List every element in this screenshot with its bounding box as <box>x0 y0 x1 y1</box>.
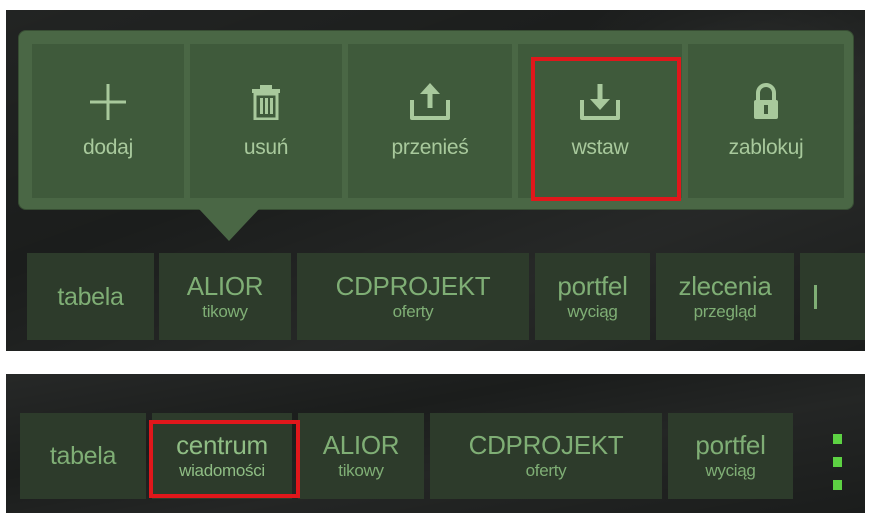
paste-button[interactable]: wstaw <box>518 44 682 198</box>
add-button[interactable]: dodaj <box>32 44 184 198</box>
tab-label: CDPROJEKT <box>335 270 491 301</box>
action-popup: dodaj usuń przenieś wstaw zablokuj <box>18 30 854 210</box>
tab-portfel[interactable]: portfel wyciąg <box>535 253 650 340</box>
screenshot-panel-top: dodaj usuń przenieś wstaw zablokuj tabel… <box>6 10 865 351</box>
menu-dot <box>832 434 842 444</box>
lock-button[interactable]: zablokuj <box>688 44 844 198</box>
tab-sublabel: tikowy <box>338 461 384 480</box>
add-label: dodaj <box>83 136 133 159</box>
tab-alior[interactable]: ALIOR tikowy <box>159 253 291 340</box>
tab-alior[interactable]: ALIOR tikowy <box>298 413 424 499</box>
tab-label: portfel <box>557 270 628 301</box>
tab-label: tabela <box>57 282 124 311</box>
move-label: przenieś <box>391 136 469 159</box>
tab-label: centrum <box>176 430 268 460</box>
tab-sublabel: przegląd <box>693 301 757 321</box>
tab-sublabel: oferty <box>525 461 567 480</box>
paste-label: wstaw <box>571 136 629 159</box>
menu-dot <box>832 480 842 490</box>
tab-cdprojekt[interactable]: CDPROJEKT oferty <box>430 413 662 499</box>
tab-tabela[interactable]: tabela <box>27 253 154 340</box>
tab-sublabel: oferty <box>392 301 434 321</box>
lock-label: zablokuj <box>728 136 804 159</box>
menu-dots-partial-icon <box>814 284 817 309</box>
tab-label: portfel <box>695 430 766 460</box>
popup-pointer <box>199 209 259 241</box>
tab-label: ALIOR <box>322 430 400 460</box>
tab-partial[interactable] <box>800 253 865 340</box>
menu-dot <box>832 457 842 467</box>
lock-icon <box>752 74 780 130</box>
tab-label: CDPROJEKT <box>468 430 624 460</box>
tab-sublabel: wyciąg <box>705 461 756 480</box>
tab-label: ALIOR <box>186 270 264 301</box>
move-button[interactable]: przenieś <box>348 44 512 198</box>
download-icon <box>578 74 622 130</box>
tab-sublabel: wiadomości <box>179 461 265 480</box>
delete-button[interactable]: usuń <box>190 44 342 198</box>
more-menu-icon[interactable] <box>832 434 842 490</box>
plus-icon <box>88 74 128 130</box>
tab-label: tabela <box>49 442 117 470</box>
tab-tabela[interactable]: tabela <box>20 413 146 499</box>
screenshot-panel-bottom: tabela centrum wiadomości ALIOR tikowy C… <box>6 374 865 513</box>
tab-label: zlecenia <box>678 270 772 301</box>
tab-sublabel: wyciąg <box>567 301 618 321</box>
delete-label: usuń <box>243 136 289 159</box>
tab-sublabel: tikowy <box>202 301 248 321</box>
tab-zlecenia[interactable]: zlecenia przegląd <box>656 253 794 340</box>
tab-portfel[interactable]: portfel wyciąg <box>668 413 793 499</box>
upload-icon <box>408 74 452 130</box>
tab-cdprojekt[interactable]: CDPROJEKT oferty <box>297 253 529 340</box>
tab-centrum-wiadomosci[interactable]: centrum wiadomości <box>152 413 292 499</box>
trash-icon <box>251 74 281 130</box>
